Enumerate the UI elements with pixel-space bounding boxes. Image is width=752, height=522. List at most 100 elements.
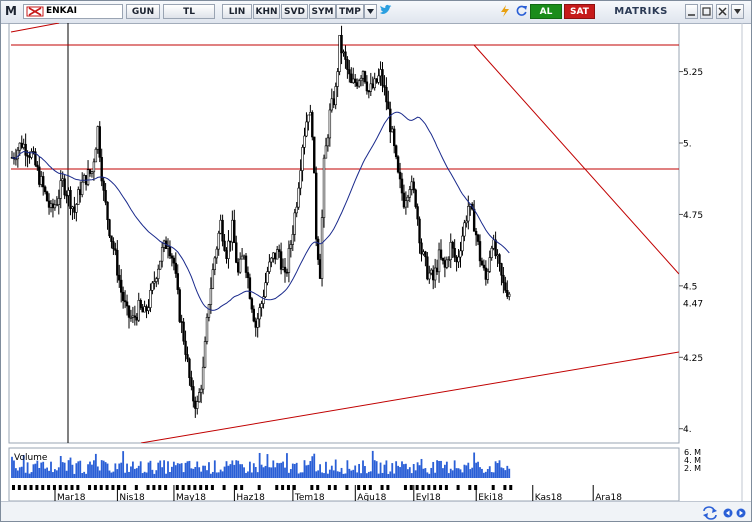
sym-button[interactable]: SYM <box>309 4 336 19</box>
sync-button[interactable] <box>514 4 528 19</box>
volume-bar <box>190 468 193 478</box>
volume-bar <box>42 461 45 478</box>
maximize-button[interactable] <box>700 4 713 19</box>
candle <box>387 90 390 110</box>
candle <box>141 303 144 313</box>
candle <box>344 45 347 69</box>
refresh-button[interactable] <box>499 4 511 19</box>
volume-bar <box>354 465 357 478</box>
candle <box>478 234 482 268</box>
period-button[interactable]: GUN <box>126 4 160 19</box>
candle <box>270 256 273 268</box>
scroll-left-icon[interactable] <box>723 508 733 518</box>
buy-button[interactable]: AL <box>530 4 562 19</box>
candle <box>198 388 201 403</box>
volume-bar <box>167 461 169 478</box>
date-tick-mark <box>316 485 320 490</box>
sell-button[interactable]: SAT <box>564 4 595 19</box>
candle <box>272 252 275 263</box>
volume-bar <box>288 472 290 478</box>
candle <box>392 125 396 154</box>
volume-bar <box>116 469 119 478</box>
volume-bar <box>89 461 91 478</box>
date-tick-mark <box>509 485 513 490</box>
candle <box>502 267 505 294</box>
candle <box>221 214 224 247</box>
date-tick-mark <box>158 485 162 490</box>
volume-bar <box>492 472 495 478</box>
y-tick-label: 4.75 <box>683 211 703 221</box>
volume-bar <box>364 466 366 478</box>
volume-bar <box>342 473 345 478</box>
volume-bar <box>260 464 263 478</box>
volume-bar <box>325 461 327 478</box>
candle <box>40 171 43 188</box>
menu-button[interactable]: M <box>3 4 19 19</box>
date-tick-mark <box>123 485 127 490</box>
footer <box>1 501 751 521</box>
chart-window: M ENKAI GUN TL LIN KHN SVD SYM TMP AL SA… <box>0 0 752 522</box>
settings-button[interactable] <box>731 4 744 19</box>
scroll-right-icon[interactable] <box>736 508 746 518</box>
minimize-button[interactable] <box>685 4 698 19</box>
khn-button[interactable]: KHN <box>253 4 280 19</box>
candle <box>504 276 507 293</box>
candle <box>309 104 312 116</box>
candle <box>182 317 185 345</box>
volume-bar <box>63 462 66 478</box>
symbol-field[interactable]: ENKAI <box>23 4 123 19</box>
candle <box>203 336 207 369</box>
svd-button[interactable]: SVD <box>281 4 308 19</box>
candle <box>328 103 332 147</box>
candle <box>340 25 343 65</box>
candle <box>137 292 140 322</box>
candle <box>428 265 431 284</box>
candle <box>301 144 304 182</box>
volume-bar <box>258 452 261 478</box>
dropdown-button[interactable] <box>364 4 377 19</box>
volume-axis: 6. M4. M2. M <box>684 448 701 473</box>
candle <box>34 148 37 167</box>
candle <box>186 346 189 363</box>
volume-bar <box>83 471 86 478</box>
volume-bar <box>247 471 249 478</box>
twitter-button[interactable] <box>378 4 392 19</box>
volume-bar <box>93 460 95 478</box>
volume-bar <box>112 471 115 478</box>
tmp-button[interactable]: TMP <box>336 4 364 19</box>
candle <box>377 68 380 85</box>
volume-bar <box>169 471 171 478</box>
candle <box>235 235 238 264</box>
candle <box>277 244 281 258</box>
close-button[interactable] <box>716 4 729 19</box>
candle <box>225 247 228 264</box>
volume-bar <box>373 460 376 478</box>
candle <box>118 264 121 288</box>
volume-bar <box>85 473 87 478</box>
volume-bar <box>239 464 242 478</box>
date-tick-mark <box>286 485 290 490</box>
volume-bar <box>204 465 206 478</box>
currency-button[interactable]: TL <box>163 4 215 19</box>
volume-bar <box>293 463 296 478</box>
candle <box>248 273 252 300</box>
candle <box>357 78 361 88</box>
volume-bar <box>143 471 146 478</box>
candle <box>24 133 27 167</box>
candle <box>291 225 294 252</box>
volume-bar <box>295 462 298 478</box>
candle <box>350 67 353 84</box>
switch-arrows-icon[interactable] <box>701 506 719 520</box>
volume-bar <box>309 461 312 478</box>
candle <box>338 34 341 76</box>
candle <box>207 303 211 322</box>
scale-button[interactable]: LIN <box>222 4 252 19</box>
price-chart[interactable]: 5.25 5. 4.75 4.5 4.25 4. 4.47 Volume 6. M4. M2… <box>1 23 751 501</box>
candle <box>494 231 497 259</box>
volume-bar <box>149 460 152 478</box>
volume-bar <box>418 465 421 478</box>
candle <box>279 242 283 275</box>
candle <box>318 253 322 279</box>
candle <box>394 144 398 160</box>
volume-bar <box>252 463 255 478</box>
